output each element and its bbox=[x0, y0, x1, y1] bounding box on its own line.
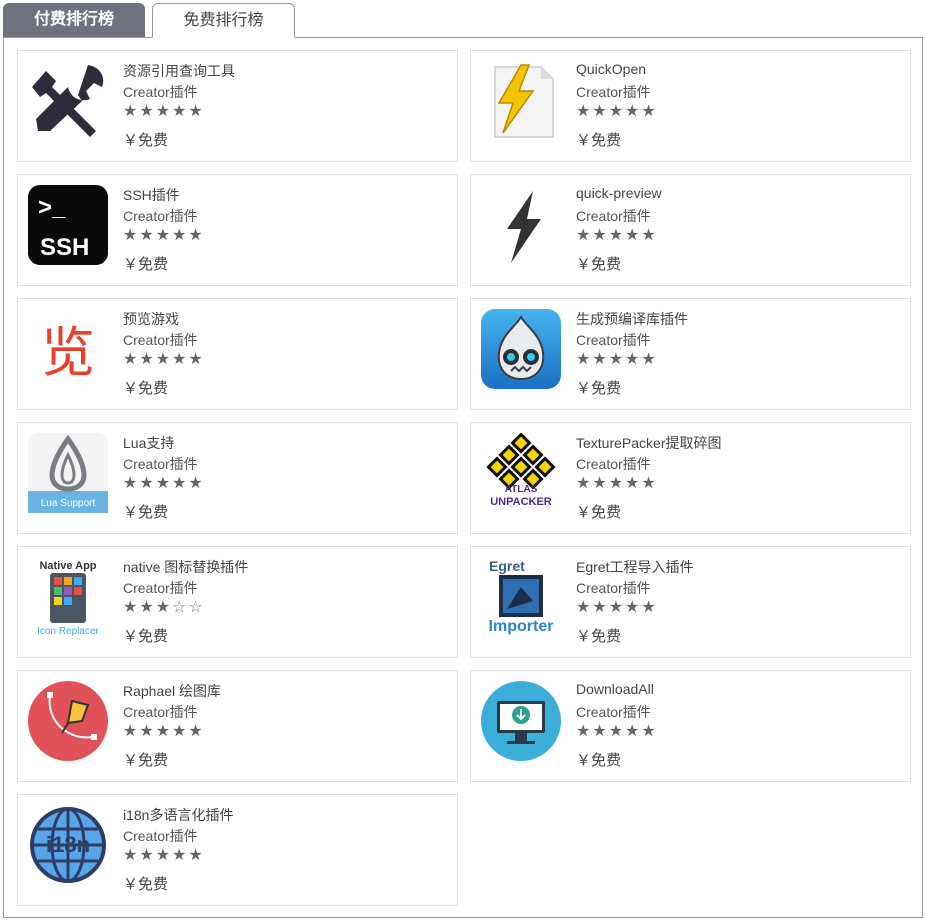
plugin-card[interactable]: Raphael 绘图库 Creator插件 ★★★★★ ￥免费 bbox=[17, 670, 458, 782]
lightning-document-icon bbox=[481, 61, 561, 141]
plugin-price: ￥免费 bbox=[576, 380, 622, 397]
icon-replacer-text: Icon Replacer bbox=[37, 626, 99, 637]
ssh-terminal-icon: >_ SSH bbox=[28, 185, 108, 265]
plugin-type: Creator插件 bbox=[576, 208, 651, 224]
plugin-card[interactable]: i18n i18n多语言化插件 Creator插件 ★★★★★ ￥免费 bbox=[17, 794, 458, 906]
plugin-card[interactable]: 生成预编译库插件 Creator插件 ★★★★★ ￥免费 bbox=[470, 298, 911, 410]
plugin-type: Creator插件 bbox=[576, 332, 651, 348]
ssh-label-text: SSH bbox=[40, 234, 89, 261]
plugin-price: ￥免费 bbox=[123, 628, 169, 645]
plugin-title: quick-preview bbox=[576, 185, 662, 201]
plugin-title: QuickOpen bbox=[576, 61, 647, 77]
plugin-card[interactable]: ATLAS UNPACKER TexturePacker提取碎图 Creator… bbox=[470, 422, 911, 534]
rating-stars: ★★★★★ bbox=[123, 103, 205, 120]
plugin-price: ￥免费 bbox=[576, 504, 622, 521]
plugin-title: i18n多语言化插件 bbox=[123, 807, 234, 823]
plugin-type: Creator插件 bbox=[576, 704, 651, 720]
plugin-type: Creator插件 bbox=[123, 828, 198, 844]
globe-i18n-icon: i18n bbox=[28, 805, 108, 885]
egret-importer-icon: Egret Importer bbox=[481, 557, 561, 637]
plugin-price: ￥免费 bbox=[123, 504, 169, 521]
plugin-type: Creator插件 bbox=[123, 456, 198, 472]
ssh-prompt-text: >_ bbox=[38, 194, 66, 221]
plugin-type: Creator插件 bbox=[576, 456, 651, 472]
plugin-price: ￥免费 bbox=[123, 256, 169, 273]
lua-support-text: Lua Support bbox=[41, 498, 96, 509]
plugin-card[interactable]: quick-preview Creator插件 ★★★★★ ￥免费 bbox=[470, 174, 911, 286]
plugin-title: native 图标替换插件 bbox=[123, 559, 249, 575]
plugin-title: 生成预编译库插件 bbox=[576, 311, 688, 327]
plugin-price: ￥免费 bbox=[576, 628, 622, 645]
unpacker-text: UNPACKER bbox=[490, 496, 552, 508]
plugin-card[interactable]: DownloadAll Creator插件 ★★★★★ ￥免费 bbox=[470, 670, 911, 782]
plugin-price: ￥免费 bbox=[123, 132, 169, 149]
rating-stars: ★★★★★ bbox=[123, 227, 205, 244]
plugin-type: Creator插件 bbox=[576, 580, 651, 596]
plugin-title: 预览游戏 bbox=[123, 311, 179, 327]
tools-icon bbox=[28, 61, 108, 141]
rating-stars: ★★★★★ bbox=[123, 351, 205, 368]
rating-stars: ★★★★★ bbox=[576, 351, 658, 368]
rating-stars: ★★★★★ bbox=[576, 475, 658, 492]
rating-stars: ★★★★★ bbox=[123, 475, 205, 492]
plugin-title: Egret工程导入插件 bbox=[576, 559, 694, 575]
plugin-price: ￥免费 bbox=[576, 132, 622, 149]
rating-stars: ★★★★★ bbox=[123, 847, 205, 864]
atlas-unpacker-icon: ATLAS UNPACKER bbox=[481, 432, 561, 513]
plugin-type: Creator插件 bbox=[123, 84, 198, 100]
rating-stars: ★★★★★ bbox=[576, 103, 658, 120]
plugin-title: TexturePacker提取碎图 bbox=[576, 435, 722, 451]
plugin-type: Creator插件 bbox=[123, 208, 198, 224]
plugin-type: Creator插件 bbox=[123, 332, 198, 348]
plugin-price: ￥免费 bbox=[576, 256, 622, 273]
plugin-title: Raphael 绘图库 bbox=[123, 683, 222, 699]
plugin-title: Lua支持 bbox=[123, 435, 175, 451]
plugin-card[interactable]: 资源引用查询工具 Creator插件 ★★★★★ ￥免费 bbox=[17, 50, 458, 162]
plugin-title: DownloadAll bbox=[576, 681, 654, 697]
plugin-card[interactable]: Lua Support Lua支持 Creator插件 ★★★★★ ￥免费 bbox=[17, 422, 458, 534]
rating-stars: ★★★★★ bbox=[576, 723, 658, 740]
plugin-type: Creator插件 bbox=[123, 580, 198, 596]
plugin-price: ￥免费 bbox=[576, 752, 622, 769]
tab-bar: 付费排行榜 免费排行榜 bbox=[0, 0, 925, 38]
native-app-text: Native App bbox=[39, 560, 96, 572]
plugin-title: SSH插件 bbox=[123, 187, 180, 203]
tab-free-ranking[interactable]: 免费排行榜 bbox=[152, 3, 295, 38]
plugin-card[interactable]: 览 预览游戏 Creator插件 ★★★★★ ￥免费 bbox=[17, 298, 458, 410]
plugin-price: ￥免费 bbox=[123, 752, 169, 769]
tab-paid-ranking[interactable]: 付费排行榜 bbox=[3, 3, 145, 38]
rating-stars: ★★★★★ bbox=[576, 227, 658, 244]
plugin-card[interactable]: QuickOpen Creator插件 ★★★★★ ￥免费 bbox=[470, 50, 911, 162]
egret-text: Egret bbox=[489, 558, 525, 574]
plugin-card[interactable]: >_ SSH SSH插件 Creator插件 ★★★★★ ￥免费 bbox=[17, 174, 458, 286]
lua-support-icon: Lua Support bbox=[28, 433, 108, 513]
preview-glyph-icon: 览 bbox=[28, 309, 108, 389]
plugin-title: 资源引用查询工具 bbox=[123, 63, 235, 79]
i18n-text: i18n bbox=[46, 832, 90, 857]
native-app-icon-replacer-icon: Native App Icon Replacer bbox=[28, 557, 108, 637]
monitor-download-icon bbox=[481, 681, 561, 761]
rating-stars: ★★★★★ bbox=[123, 723, 205, 740]
preview-glyph-text: 览 bbox=[41, 321, 95, 384]
pen-bezier-icon bbox=[28, 681, 108, 761]
atlas-text: ATLAS bbox=[505, 484, 538, 495]
plugin-type: Creator插件 bbox=[576, 84, 651, 100]
plugin-card[interactable]: Native App Icon Replacer native 图标替换插件 C… bbox=[17, 546, 458, 658]
plugin-price: ￥免费 bbox=[123, 876, 169, 893]
cocos-mascot-icon bbox=[481, 309, 561, 389]
plugin-price: ￥免费 bbox=[123, 380, 169, 397]
plugin-type: Creator插件 bbox=[123, 704, 198, 720]
rating-stars: ★★★★★ bbox=[576, 599, 658, 616]
plugin-grid-panel: 资源引用查询工具 Creator插件 ★★★★★ ￥免费 QuickOpen C… bbox=[3, 37, 923, 918]
lightning-bolt-icon bbox=[481, 185, 561, 265]
plugin-card[interactable]: Egret Importer Egret工程导入插件 Creator插件 ★★★… bbox=[470, 546, 911, 658]
importer-text: Importer bbox=[489, 618, 554, 635]
rating-stars: ★★★☆☆ bbox=[123, 599, 205, 616]
